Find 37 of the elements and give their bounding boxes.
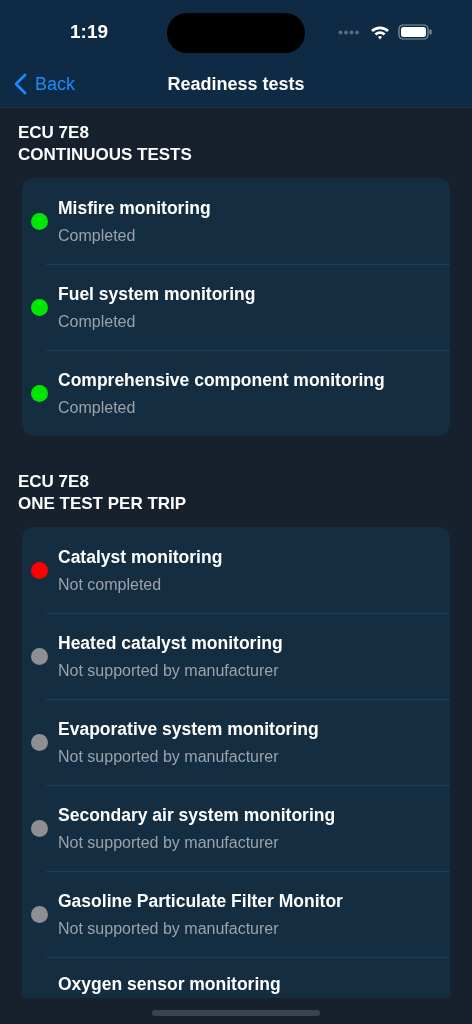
test-name: Catalyst monitoring [58, 546, 223, 568]
test-row[interactable]: Gasoline Particulate Filter Monitor Not supported by manufacturer [22, 871, 450, 957]
test-status: Not supported by manufacturer [58, 919, 279, 938]
test-row[interactable]: Oxygen sensor monitoring [22, 957, 450, 998]
test-name: Heated catalyst monitoring [58, 632, 283, 654]
test-row[interactable]: Comprehensive component monitoring Completed [22, 350, 450, 436]
test-row[interactable]: Heated catalyst monitoring Not supported by manufacturer [22, 613, 450, 699]
test-name: Secondary air system monitoring [58, 804, 336, 826]
test-name: Gasoline Particulate Filter Monitor [58, 890, 343, 912]
chevron-left-icon [14, 73, 27, 95]
screen-title: Readiness tests [167, 73, 305, 95]
test-name: Evaporative system monitoring [58, 718, 319, 740]
test-name: Misfire monitoring [58, 197, 211, 219]
battery-icon [398, 24, 432, 40]
wifi-icon [370, 24, 390, 40]
test-status: Completed [58, 398, 136, 417]
test-status: Not completed [58, 575, 162, 594]
test-row[interactable]: Secondary air system monitoring Not supported by manufacturer [22, 785, 450, 871]
test-row[interactable]: Misfire monitoring Completed [22, 178, 450, 264]
signal-icon [338, 29, 360, 35]
status-time: 1:19 [70, 21, 110, 43]
test-status: Not supported by manufacturer [58, 833, 279, 852]
section-header: ECU 7E8 [18, 471, 89, 493]
back-button[interactable]: Back [14, 73, 76, 95]
section-header: ONE TEST PER TRIP [18, 493, 187, 515]
test-name: Comprehensive component monitoring [58, 369, 385, 391]
test-row[interactable]: Evaporative system monitoring Not supported by manufacturer [22, 699, 450, 785]
test-name: Fuel system monitoring [58, 283, 256, 305]
test-row[interactable]: Fuel system monitoring Completed [22, 264, 450, 350]
test-name: Oxygen sensor monitoring [58, 974, 281, 995]
test-status: Not supported by manufacturer [58, 661, 279, 680]
section-header: CONTINUOUS TESTS [18, 144, 192, 166]
test-status: Not supported by manufacturer [58, 747, 279, 766]
section-header: ECU 7E8 [18, 122, 89, 144]
test-row[interactable]: Catalyst monitoring Not completed [22, 527, 450, 613]
test-status: Completed [58, 226, 136, 245]
test-status: Completed [58, 312, 136, 331]
